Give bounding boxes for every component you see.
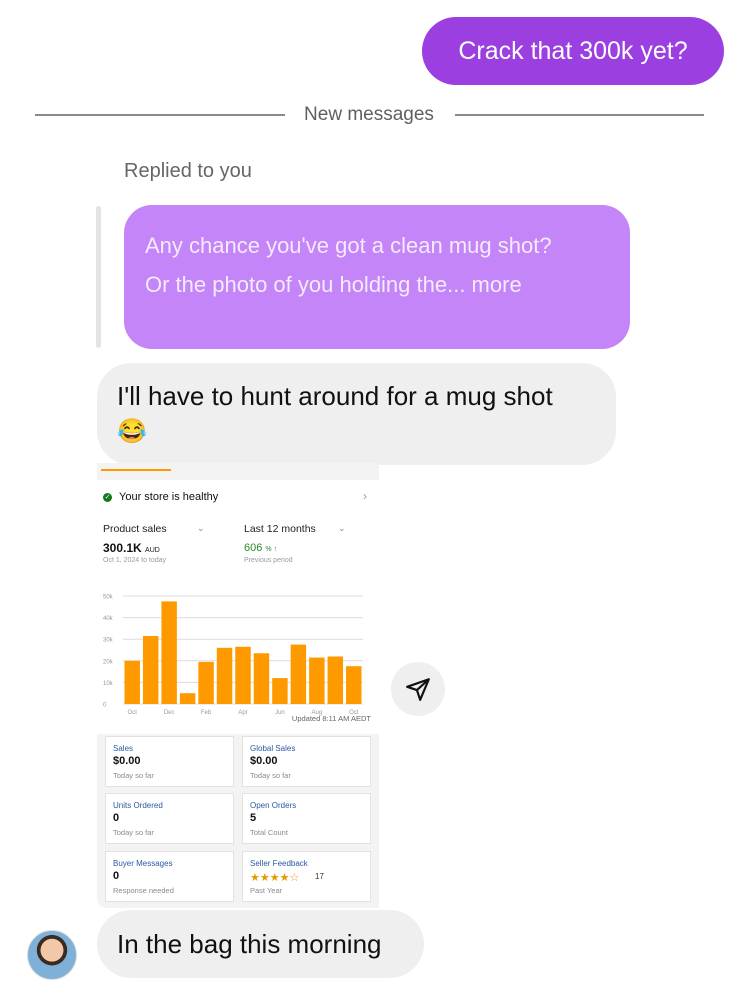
growth-indicator: 606 % ↑	[244, 542, 277, 554]
x-tick-label: Oct	[128, 710, 138, 716]
growth-label: Previous period	[244, 557, 293, 564]
store-health-row[interactable]: ✓ Your store is healthy ›	[97, 480, 379, 516]
incoming-message-text: I'll have to hunt around for a mug shot	[117, 381, 553, 411]
outgoing-message-bubble[interactable]: Crack that 300k yet?	[422, 17, 724, 85]
metric-card-subtitle: Response needed	[113, 886, 174, 895]
metric-card-subtitle: Past Year	[250, 886, 283, 895]
chevron-right-icon: ›	[363, 489, 367, 503]
sales-stats-panel: Product sales ⌄ Last 12 months ⌄ 300.1K …	[97, 516, 379, 734]
chevron-down-icon[interactable]: ⌄	[338, 523, 346, 534]
metric-card-title: Open Orders	[250, 801, 297, 810]
outgoing-message-text: Crack that 300k yet?	[458, 36, 688, 65]
y-tick-label: 20k	[103, 659, 114, 665]
metric-card-title: Buyer Messages	[113, 859, 173, 868]
store-health-text: Your store is healthy	[119, 491, 219, 503]
x-tick-label: Apr	[238, 710, 247, 716]
chart-bar	[142, 635, 159, 704]
chart-bar	[272, 678, 288, 704]
metric-card-title: Seller Feedback	[250, 859, 308, 868]
chart-bar	[179, 693, 196, 704]
metric-card-subtitle: Today so far	[113, 828, 154, 837]
share-button[interactable]	[391, 662, 445, 716]
metric-card-subtitle: Total Count	[250, 828, 288, 837]
metric-card-title: Sales	[113, 744, 134, 753]
active-tab-underline	[101, 469, 171, 471]
chart-bar	[124, 660, 140, 704]
metric-card-value: $0.00	[113, 755, 141, 767]
sales-total: 300.1K AUD	[103, 541, 160, 555]
incoming-message-bubble-2[interactable]: In the bag this morning	[97, 910, 424, 978]
star-rating: ★★★★☆	[250, 872, 300, 884]
metric-card[interactable]: Global Sales $0.00 Today so far	[242, 736, 371, 787]
incoming-message-text-2: In the bag this morning	[117, 928, 382, 959]
send-icon	[406, 678, 430, 701]
sender-avatar[interactable]	[27, 930, 77, 980]
quoted-reply-bubble[interactable]: Any chance you've got a clean mug shot? …	[124, 205, 630, 349]
metric-dropdown[interactable]: Product sales	[103, 523, 167, 535]
replied-to-you-label: Replied to you	[124, 160, 252, 182]
metric-card[interactable]: Open Orders 5 Total Count	[242, 793, 371, 844]
y-tick-label: 50k	[103, 595, 114, 601]
x-tick-label: Feb	[201, 710, 212, 716]
metric-card[interactable]: Seller Feedback ★★★★☆ 17 Past Year	[242, 851, 371, 902]
growth-value: 606	[244, 542, 263, 554]
metric-card-title: Units Ordered	[113, 801, 163, 810]
chart-bar	[161, 601, 177, 704]
chart-bar	[216, 647, 233, 704]
y-tick-label: 40k	[103, 616, 114, 622]
new-messages-label: New messages	[290, 104, 448, 125]
metric-card-title: Global Sales	[250, 744, 296, 753]
metric-card-subtitle: Today so far	[250, 771, 291, 780]
chart-bar	[235, 646, 251, 704]
quoted-reply-line-2: Or the photo of you holding the... more	[145, 272, 522, 297]
growth-unit: % ↑	[265, 546, 278, 553]
store-dashboard-screenshot[interactable]: ✓ Your store is healthy › Product sales …	[97, 463, 379, 908]
chart-bar	[198, 661, 214, 704]
metric-card-value: $0.00	[250, 755, 278, 767]
x-tick-label: Dec	[164, 710, 175, 716]
check-circle-icon: ✓	[103, 493, 112, 502]
product-sales-chart: 010k20k30k40k50kOct Dec Feb Apr Jun Aug Oct	[103, 595, 363, 716]
chart-bar	[327, 656, 344, 704]
metric-card-value: 0	[113, 870, 120, 882]
metric-card-value: 5	[250, 812, 257, 824]
metric-card[interactable]: Buyer Messages 0 Response needed	[105, 851, 234, 902]
new-messages-divider: New messages	[0, 104, 738, 126]
feedback-count: 17	[315, 872, 324, 881]
metric-card[interactable]: Units Ordered 0 Today so far	[105, 793, 234, 844]
metric-card-subtitle: Today so far	[113, 771, 154, 780]
period-dropdown[interactable]: Last 12 months	[244, 523, 316, 535]
chart-bar	[346, 666, 362, 704]
sales-total-value: 300.1K	[103, 541, 142, 555]
y-tick-label: 10k	[103, 681, 114, 687]
y-tick-label: 0	[103, 703, 107, 709]
chart-bar	[309, 657, 325, 704]
metric-card-value: 0	[113, 812, 120, 824]
chevron-down-icon[interactable]: ⌄	[197, 523, 205, 534]
metric-card[interactable]: Sales $0.00 Today so far	[105, 736, 234, 787]
reply-indicator-bar	[96, 206, 101, 348]
updated-timestamp: Updated 8:11 AM AEDT	[291, 714, 371, 723]
sales-date-range: Oct 1, 2024 to today	[103, 557, 167, 564]
chart-bar	[253, 653, 270, 704]
chart-bar	[290, 644, 307, 704]
incoming-message-bubble[interactable]: I'll have to hunt around for a mug shot …	[97, 363, 616, 465]
sales-currency: AUD	[145, 547, 160, 554]
laughing-emoji: 😂	[117, 418, 147, 445]
x-tick-label: Jun	[275, 710, 285, 716]
quoted-reply-line-1: Any chance you've got a clean mug shot?	[145, 233, 552, 258]
y-tick-label: 30k	[103, 638, 114, 644]
